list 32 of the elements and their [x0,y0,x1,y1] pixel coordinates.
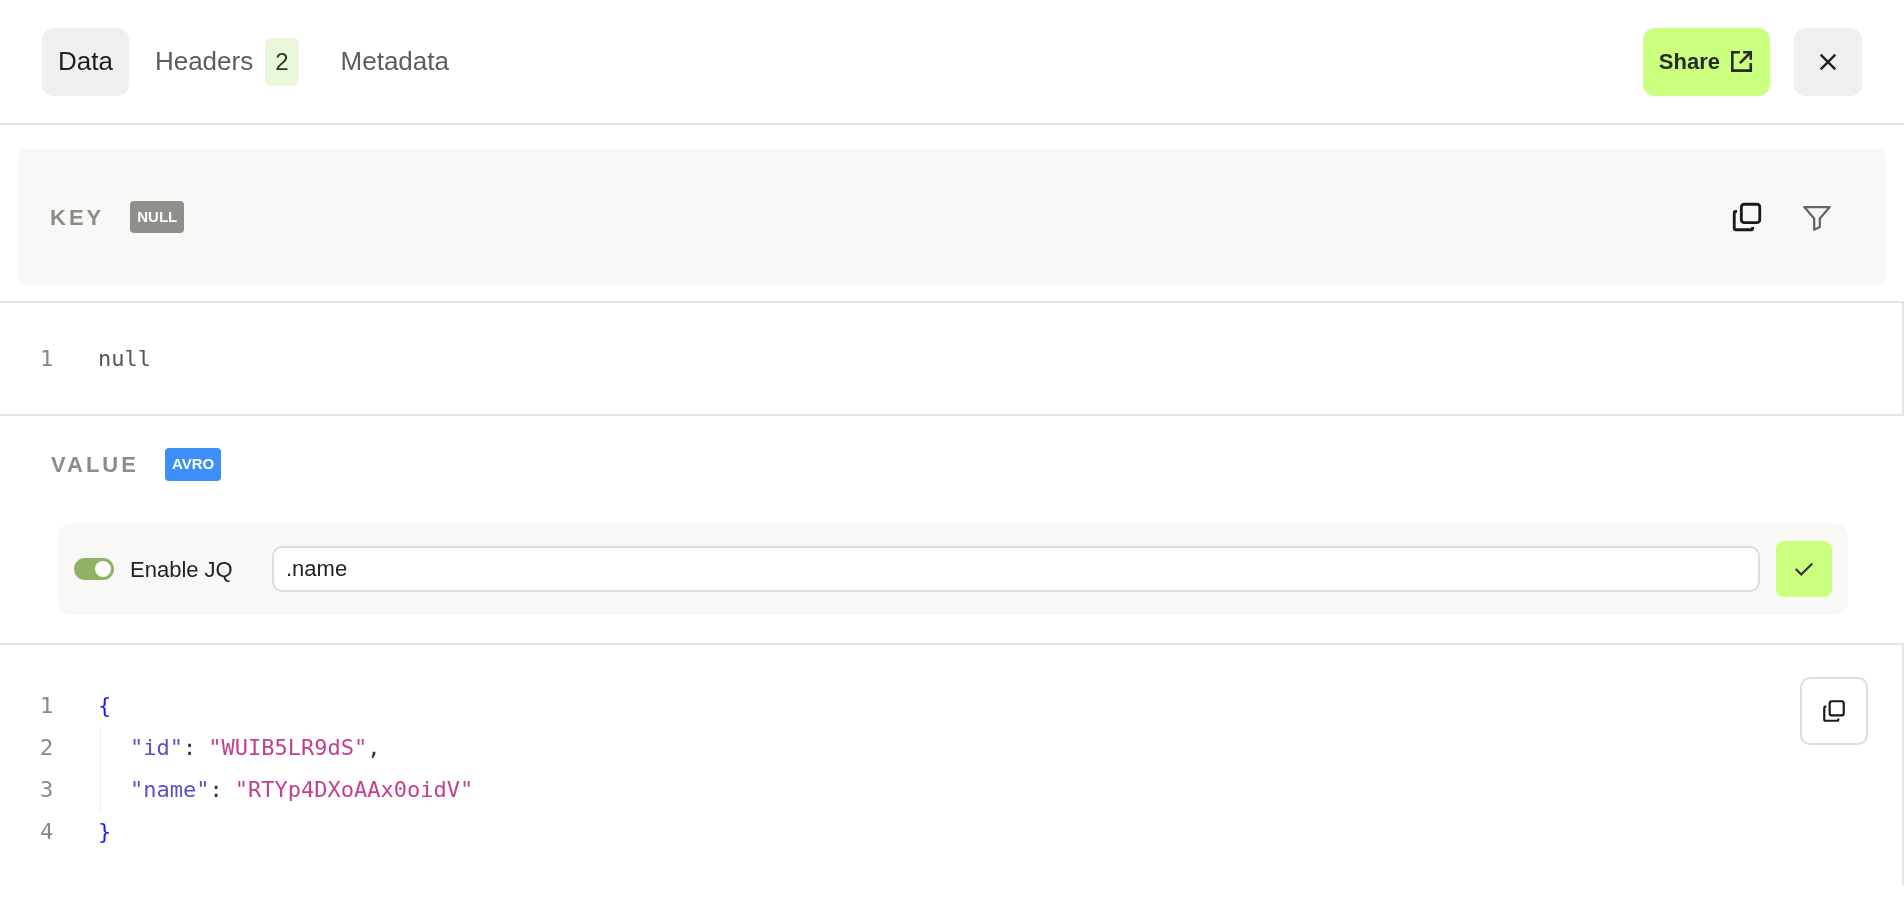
copy-button[interactable] [1800,677,1868,745]
tab[interactable]: Metadata [324,27,465,96]
line-number: 2 [40,734,55,762]
jq-toggle[interactable] [74,558,114,580]
punctuation: : [183,734,197,762]
tab[interactable]: Headers 2 [138,27,315,96]
line-number: 1 [40,692,55,720]
property-key: "id" [130,727,183,769]
jq-label: Enable JQ [130,555,234,584]
brace: { [98,692,112,720]
share-button[interactable]: Share [1642,27,1770,96]
tab[interactable]: Data [42,27,129,96]
copy-button[interactable] [1730,200,1764,234]
count-badge: 2 [265,37,299,86]
punctuation: : [209,776,223,804]
section-label: KEY [50,203,105,232]
section-label: VALUE [51,451,139,479]
line-number: 1 [40,344,55,373]
brace: } [98,818,112,846]
code-text: null [98,344,151,373]
format-badge: AVRO [164,448,222,481]
jq-input[interactable]: .name [272,546,1760,592]
external-link-icon [1728,48,1754,75]
string-value: "WUIB5LR9dS" [208,734,368,762]
format-badge: NULL [130,200,185,234]
property-key: "name" [130,769,210,811]
punctuation: , [367,734,381,762]
copy-icon [1730,200,1764,234]
string-value: "RTYp4DXoAAx0oidV" [234,776,474,804]
line-number: 4 [40,818,55,846]
line-number: 3 [40,776,55,804]
copy-icon [1821,698,1847,724]
